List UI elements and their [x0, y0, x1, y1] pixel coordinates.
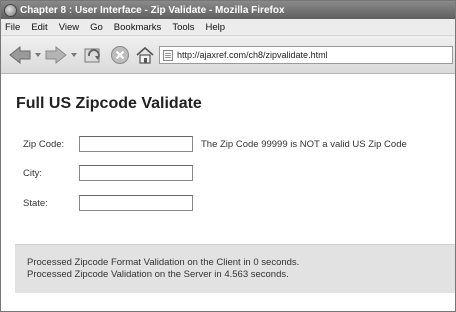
client-validation-status: Processed Zipcode Format Validation on t…: [27, 257, 300, 268]
page-title: Full US Zipcode Validate: [16, 95, 202, 112]
reload-button[interactable]: [81, 44, 105, 66]
state-input[interactable]: [79, 195, 193, 211]
menu-file[interactable]: File: [5, 22, 20, 33]
city-input[interactable]: [79, 165, 193, 181]
window-title: Chapter 8 : User Interface - Zip Validat…: [20, 4, 285, 16]
server-validation-status: Processed Zipcode Validation on the Serv…: [27, 269, 289, 280]
browser-window: Chapter 8 : User Interface - Zip Validat…: [0, 0, 456, 312]
back-button[interactable]: [7, 44, 33, 66]
navigation-toolbar: http://ajaxref.com/ch8/zipvalidate.html: [1, 36, 455, 74]
home-icon: [136, 46, 154, 64]
zip-code-input[interactable]: [79, 136, 193, 152]
zip-validation-message: The Zip Code 99999 is NOT a valid US Zip…: [201, 139, 407, 150]
menu-help[interactable]: Help: [206, 22, 226, 33]
status-panel: Processed Zipcode Format Validation on t…: [15, 244, 455, 293]
firefox-icon: [4, 3, 17, 17]
back-icon: [9, 45, 31, 65]
menu-bookmarks[interactable]: Bookmarks: [114, 22, 162, 33]
menu-bar: File Edit View Go Bookmarks Tools Help: [1, 19, 455, 36]
forward-dropdown-icon[interactable]: [71, 53, 77, 57]
forward-icon: [45, 45, 67, 65]
address-text: http://ajaxref.com/ch8/zipvalidate.html: [177, 50, 328, 60]
state-label: State:: [23, 198, 48, 209]
title-bar: Chapter 8 : User Interface - Zip Validat…: [1, 1, 455, 19]
address-bar[interactable]: http://ajaxref.com/ch8/zipvalidate.html: [159, 46, 453, 64]
stop-icon: [111, 46, 129, 64]
back-dropdown-icon[interactable]: [35, 53, 41, 57]
menu-edit[interactable]: Edit: [31, 22, 47, 33]
reload-icon: [84, 48, 100, 63]
forward-button[interactable]: [43, 44, 69, 66]
menu-go[interactable]: Go: [90, 22, 103, 33]
stop-button[interactable]: [109, 44, 131, 66]
menu-tools[interactable]: Tools: [172, 22, 194, 33]
page-content: Full US Zipcode Validate Zip Code: The Z…: [1, 75, 455, 311]
menu-view[interactable]: View: [59, 22, 79, 33]
city-label: City:: [23, 168, 42, 179]
home-button[interactable]: [134, 44, 156, 66]
page-icon: [163, 49, 173, 61]
zip-code-label: Zip Code:: [23, 139, 65, 150]
